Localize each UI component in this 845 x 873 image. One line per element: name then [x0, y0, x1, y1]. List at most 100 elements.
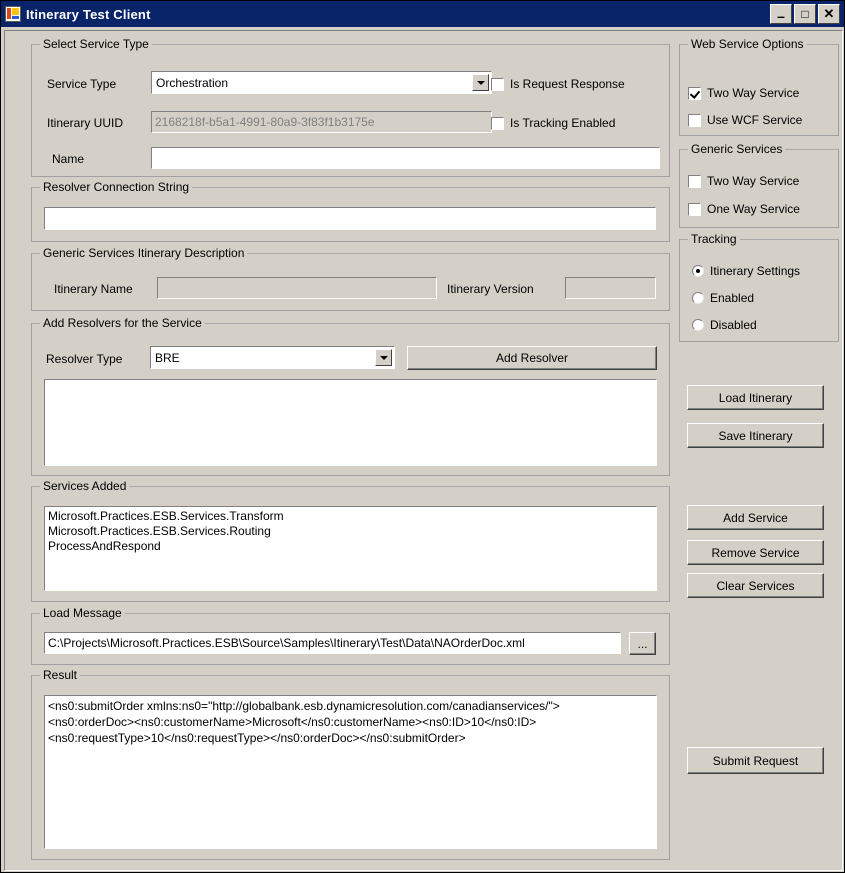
service-type-label: Service Type	[47, 77, 117, 91]
is-request-response-checkbox[interactable]: Is Request Response	[491, 77, 625, 91]
checkbox-box	[688, 113, 701, 127]
checkbox-box	[688, 202, 701, 216]
save-itinerary-label: Save Itinerary	[718, 428, 793, 443]
is-tracking-enabled-label: Is Tracking Enabled	[510, 116, 616, 130]
result-textarea[interactable]: <ns0:submitOrder xmlns:ns0="http://globa…	[43, 694, 658, 850]
resolver-type-label: Resolver Type	[46, 352, 123, 366]
services-added-title: Services Added	[40, 479, 130, 493]
close-button[interactable]: ✕	[818, 4, 840, 24]
tracking-disabled-radio[interactable]: Disabled	[692, 318, 757, 332]
web-service-options-title: Web Service Options	[688, 37, 807, 51]
window-controls: – □ ✕	[770, 4, 842, 24]
radio-circle	[692, 319, 704, 331]
list-item[interactable]: Microsoft.Practices.ESB.Services.Routing	[48, 524, 653, 539]
is-request-response-label: Is Request Response	[510, 77, 625, 91]
tracking-disabled-label: Disabled	[710, 318, 757, 332]
result-group: Result <ns0:submitOrder xmlns:ns0="http:…	[31, 668, 670, 860]
close-icon: ✕	[823, 6, 835, 21]
radio-circle	[692, 292, 704, 304]
resolver-connection-string-input[interactable]	[43, 206, 657, 231]
add-resolvers-title: Add Resolvers for the Service	[40, 316, 205, 330]
itinerary-uuid-input[interactable]: 2168218f-b5a1-4991-80a9-3f83f1b3175e	[150, 110, 493, 134]
itinerary-version-input[interactable]	[564, 276, 657, 300]
resolver-type-combo[interactable]: BRE	[150, 346, 395, 369]
add-service-label: Add Service	[723, 510, 788, 525]
minimize-button[interactable]: –	[770, 4, 792, 24]
web-service-options-group: Web Service Options Two Way Service Use …	[679, 37, 839, 136]
generic-services-title: Generic Services	[688, 142, 786, 156]
generic-two-way-service-checkbox[interactable]: Two Way Service	[688, 174, 799, 188]
application-window: Itinerary Test Client – □ ✕ Select Servi…	[0, 0, 845, 873]
load-itinerary-button[interactable]: Load Itinerary	[687, 385, 824, 410]
web-two-way-service-label: Two Way Service	[707, 86, 800, 100]
result-line: <ns0:orderDoc><ns0:customerName>Microsof…	[48, 715, 537, 729]
add-resolvers-group: Add Resolvers for the Service Resolver T…	[31, 316, 670, 476]
itinerary-name-input[interactable]	[156, 276, 438, 300]
select-service-type-title: Select Service Type	[40, 37, 152, 51]
browse-button[interactable]: ...	[629, 632, 656, 655]
checkbox-box	[491, 77, 504, 91]
checkbox-box	[688, 86, 701, 100]
load-message-group: Load Message C:\Projects\Microsoft.Pract…	[31, 606, 670, 665]
tracking-enabled-label: Enabled	[710, 291, 755, 305]
remove-service-button[interactable]: Remove Service	[687, 540, 824, 565]
result-line: <ns0:submitOrder xmlns:ns0="http://globa…	[48, 699, 560, 713]
generic-one-way-service-checkbox[interactable]: One Way Service	[688, 202, 800, 216]
generic-two-way-service-label: Two Way Service	[707, 174, 800, 188]
resolver-connection-string-title: Resolver Connection String	[40, 180, 193, 194]
service-type-combo[interactable]: Orchestration	[151, 71, 492, 94]
remove-service-label: Remove Service	[711, 545, 800, 560]
result-title: Result	[40, 668, 81, 682]
browse-label: ...	[637, 636, 648, 651]
tracking-itinerary-settings-label: Itinerary Settings	[710, 264, 801, 278]
form-icon	[5, 6, 21, 22]
title-bar: Itinerary Test Client – □ ✕	[1, 1, 844, 27]
generic-services-itinerary-description-group: Generic Services Itinerary Description I…	[31, 246, 670, 311]
load-message-title: Load Message	[40, 606, 125, 620]
minimize-icon: –	[777, 8, 785, 24]
add-service-button[interactable]: Add Service	[687, 505, 824, 530]
tracking-group: Tracking Itinerary Settings Enabled Disa…	[679, 232, 839, 342]
tracking-title: Tracking	[688, 232, 740, 246]
select-service-type-group: Select Service Type Service Type Orchest…	[31, 37, 670, 177]
name-input[interactable]	[150, 146, 661, 170]
generic-services-group: Generic Services Two Way Service One Way…	[679, 142, 839, 228]
save-itinerary-button[interactable]: Save Itinerary	[687, 423, 824, 448]
use-wcf-service-label: Use WCF Service	[707, 113, 803, 127]
radio-circle	[692, 265, 704, 277]
add-resolver-label: Add Resolver	[495, 351, 569, 365]
service-type-value: Orchestration	[156, 75, 229, 90]
itinerary-name-label: Itinerary Name	[54, 282, 133, 296]
generic-one-way-service-label: One Way Service	[707, 202, 800, 216]
checkbox-box	[491, 116, 504, 130]
web-two-way-service-checkbox[interactable]: Two Way Service	[688, 86, 799, 100]
load-message-path-input[interactable]: C:\Projects\Microsoft.Practices.ESB\Sour…	[43, 631, 622, 655]
resolver-type-value: BRE	[155, 350, 180, 365]
is-tracking-enabled-checkbox[interactable]: Is Tracking Enabled	[491, 116, 615, 130]
itinerary-version-label: Itinerary Version	[447, 282, 534, 296]
list-item[interactable]: ProcessAndRespond	[48, 539, 653, 554]
tracking-itinerary-settings-radio[interactable]: Itinerary Settings	[692, 264, 800, 278]
services-added-group: Services Added Microsoft.Practices.ESB.S…	[31, 479, 670, 602]
list-item[interactable]: Microsoft.Practices.ESB.Services.Transfo…	[48, 509, 653, 524]
services-added-listbox[interactable]: Microsoft.Practices.ESB.Services.Transfo…	[43, 505, 658, 592]
name-label: Name	[52, 152, 85, 166]
submit-request-label: Submit Request	[712, 753, 799, 768]
clear-services-label: Clear Services	[716, 578, 795, 593]
clear-services-button[interactable]: Clear Services	[687, 573, 824, 598]
add-resolver-button[interactable]: Add Resolver	[407, 346, 657, 370]
tracking-enabled-radio[interactable]: Enabled	[692, 291, 754, 305]
chevron-down-icon[interactable]	[375, 349, 392, 366]
generic-services-itinerary-description-title: Generic Services Itinerary Description	[40, 246, 248, 260]
maximize-button[interactable]: □	[794, 4, 816, 24]
resolvers-listbox[interactable]	[43, 378, 658, 467]
resolver-connection-string-group: Resolver Connection String	[31, 180, 670, 242]
use-wcf-service-checkbox[interactable]: Use WCF Service	[688, 113, 802, 127]
maximize-icon: □	[801, 7, 809, 21]
chevron-down-icon[interactable]	[472, 74, 489, 91]
result-line: <ns0:requestType>10</ns0:requestType></n…	[48, 731, 466, 745]
checkbox-box	[688, 174, 701, 188]
window-title: Itinerary Test Client	[26, 6, 151, 22]
submit-request-button[interactable]: Submit Request	[687, 747, 824, 774]
itinerary-uuid-label: Itinerary UUID	[47, 116, 124, 130]
